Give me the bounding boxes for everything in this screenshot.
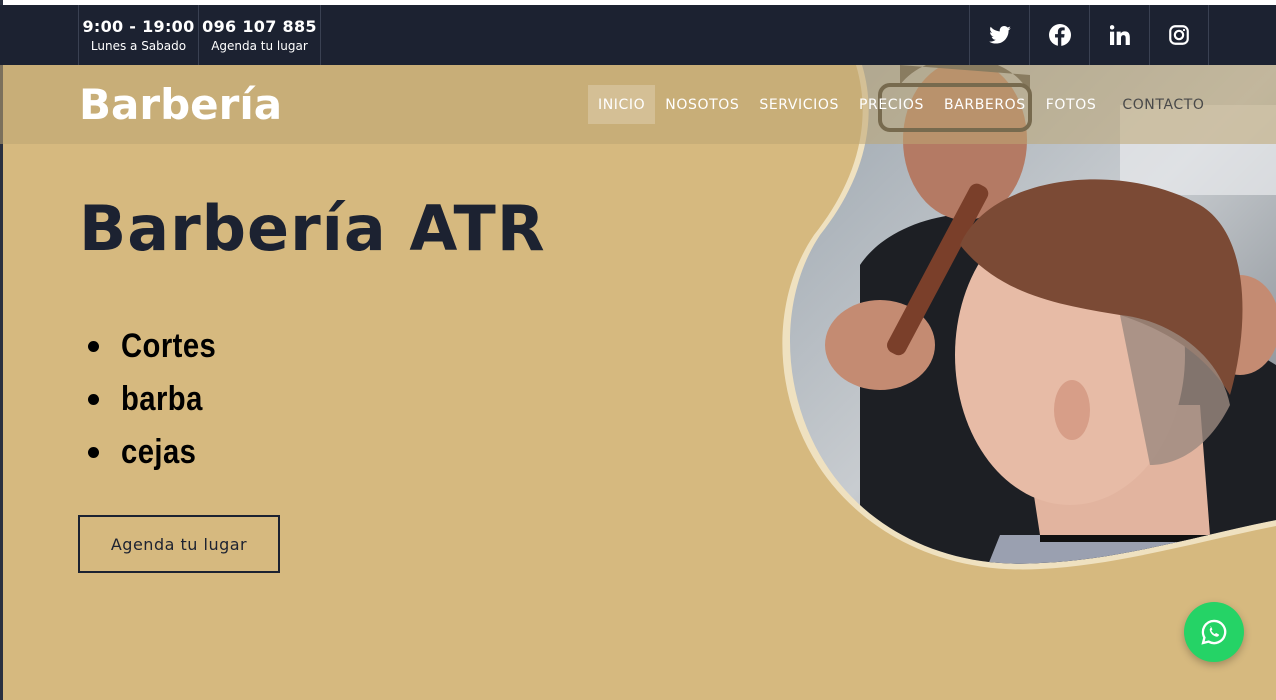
nav-contacto[interactable]: CONTACTO: [1112, 85, 1214, 124]
nav-nosotos[interactable]: NOSOTOS: [655, 85, 749, 124]
bullet-icon: [88, 341, 99, 352]
linkedin-icon: [1109, 25, 1130, 45]
phone-info[interactable]: 096 107 885 Agenda tu lugar: [198, 5, 321, 65]
service-item: Cortes: [85, 320, 232, 373]
hours-days: Lunes a Sabado: [90, 39, 187, 53]
services-list: Cortes barba cejas: [85, 320, 232, 479]
service-label: cejas: [121, 433, 197, 471]
nav-barberos[interactable]: BARBEROS: [934, 85, 1036, 124]
service-label: barba: [121, 380, 203, 418]
instagram-icon: [1169, 25, 1189, 45]
nav-servicios[interactable]: SERVICIOS: [749, 85, 849, 124]
top-info-bar: 9:00 - 19:00 Lunes a Sabado 096 107 885 …: [0, 5, 1276, 65]
phone-number: 096 107 885: [202, 17, 317, 36]
phone-caption: Agenda tu lugar: [211, 39, 308, 53]
hero-title: Barbería ATR: [79, 192, 546, 265]
linkedin-link[interactable]: [1089, 5, 1149, 65]
instagram-link[interactable]: [1149, 5, 1209, 65]
hours-info: 9:00 - 19:00 Lunes a Sabado: [78, 5, 198, 65]
bullet-icon: [88, 447, 99, 458]
whatsapp-icon: [1201, 619, 1227, 645]
nav-fotos[interactable]: FOTOS: [1036, 85, 1107, 124]
service-item: cejas: [85, 426, 232, 479]
whatsapp-button[interactable]: [1184, 602, 1244, 662]
brand-logo[interactable]: Barbería: [79, 80, 282, 129]
main-nav: INICIO NOSOTOS SERVICIOS PRECIOS BARBERO…: [588, 85, 1215, 124]
facebook-icon: [1048, 24, 1071, 46]
hours-text: 9:00 - 19:00: [82, 17, 195, 36]
book-button[interactable]: Agenda tu lugar: [78, 515, 280, 573]
bullet-icon: [88, 394, 99, 405]
service-item: barba: [85, 373, 232, 426]
service-label: Cortes: [121, 327, 217, 365]
nav-precios[interactable]: PRECIOS: [849, 85, 934, 124]
twitter-link[interactable]: [969, 5, 1029, 65]
twitter-icon: [988, 26, 1011, 44]
facebook-link[interactable]: [1029, 5, 1089, 65]
nav-inicio[interactable]: INICIO: [588, 85, 656, 124]
